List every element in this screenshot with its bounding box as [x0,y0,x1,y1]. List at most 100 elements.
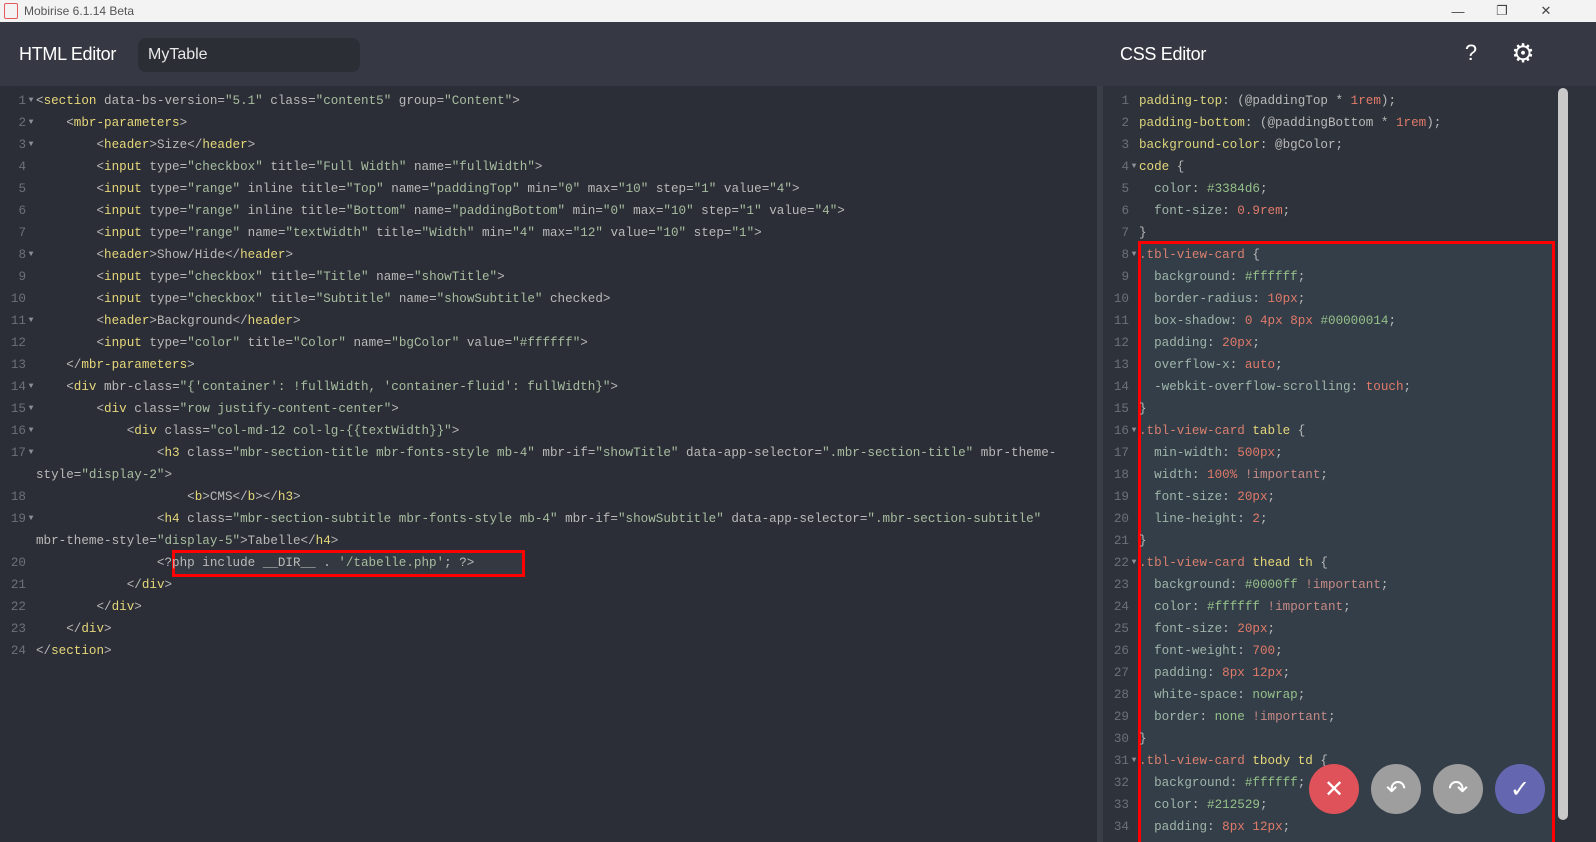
code-token: line-height [1154,512,1238,526]
code-line[interactable]: 5 color: #3384d6; [1103,178,1539,200]
fold-arrow-icon[interactable]: ▼ [26,310,36,332]
code-line[interactable]: 5 <input type="range" inline title="Top"… [0,178,1066,200]
code-line[interactable]: 4 <input type="checkbox" title="Full Wid… [0,156,1066,178]
code-line[interactable]: 34 padding: 8px 12px; [1103,816,1539,838]
fold-arrow-icon[interactable]: ▼ [26,112,36,134]
code-line[interactable]: 18 <b>CMS</b></h3> [0,486,1066,508]
close-window-button[interactable]: ✕ [1524,0,1568,22]
code-line[interactable]: 11 box-shadow: 0 4px 8px #00000014; [1103,310,1539,332]
code-line[interactable]: 17 ▼ <h3 class="mbr-section-title mbr-fon… [0,442,1066,486]
code-token: "row justify-content-center" [179,402,392,416]
code-line[interactable]: 8 ▼ <header>Show/Hide</header> [0,244,1066,266]
css-code-editor[interactable]: 1 padding-top: (@paddingTop * 1rem); 2 padd… [1103,86,1596,842]
code-line[interactable]: 20 <?php include __DIR__ . '/tabelle.php… [0,552,1066,574]
code-line[interactable]: 10 <input type="checkbox" title="Subtitl… [0,288,1066,310]
code-line[interactable]: 12 <input type="color" title="Color" nam… [0,332,1066,354]
code-line[interactable]: 23 background: #0000ff !important; [1103,574,1539,596]
line-number: 6 [1121,204,1129,218]
code-line[interactable]: 11 ▼ <header>Background</header> [0,310,1066,332]
code-line[interactable]: 25 font-size: 20px; [1103,618,1539,640]
code-line[interactable]: 9 <input type="checkbox" title="Title" n… [0,266,1066,288]
code-line[interactable]: 30} [1103,728,1539,750]
code-line[interactable]: 17 min-width: 500px; [1103,442,1539,464]
code-token: "Full Width" [315,160,407,174]
css-editor-scrollbar[interactable] [1558,88,1568,820]
line-text: } [1139,222,1539,244]
css-code-lines[interactable]: 1 padding-top: (@paddingTop * 1rem); 2 padd… [1103,90,1539,838]
code-line[interactable]: 4 ▼ code { [1103,156,1539,178]
code-line[interactable]: 22 ▼ .tbl-view-card thead th { [1103,552,1539,574]
code-line[interactable]: 23 </div> [0,618,1066,640]
code-line[interactable]: 7} [1103,222,1539,244]
code-line[interactable]: 22 </div> [0,596,1066,618]
fold-arrow-icon[interactable]: ▼ [1129,750,1139,772]
code-token: > [293,490,301,504]
maximize-button[interactable]: ❐ [1480,0,1524,22]
fold-arrow-icon[interactable]: ▼ [26,134,36,156]
code-token: ; [1297,292,1306,306]
code-line[interactable]: 19 ▼ <h4 class="mbr-section-subtitle mbr-… [0,508,1066,552]
fold-arrow-icon[interactable]: ▼ [1129,420,1139,442]
code-line[interactable]: 15 ▼ <div class="row justify-content-cent… [0,398,1066,420]
code-line[interactable]: 28 white-space: nowrap; [1103,684,1539,706]
code-line[interactable]: 8 ▼ .tbl-view-card { [1103,244,1539,266]
code-line[interactable]: 26 font-weight: 700; [1103,640,1539,662]
code-token: "10" [655,226,687,240]
fold-arrow-icon[interactable]: ▼ [1129,156,1139,178]
fold-arrow-icon[interactable]: ▼ [1129,244,1139,266]
help-icon[interactable]: ? [1456,38,1486,68]
code-token: = [595,204,603,218]
code-line[interactable]: 1 padding-top: (@paddingTop * 1rem); [1103,90,1539,112]
apply-button[interactable]: ✓ [1495,764,1545,814]
block-name-input[interactable] [138,38,360,72]
code-line[interactable]: 20 line-height: 2; [1103,508,1539,530]
code-line[interactable]: 10 border-radius: 10px; [1103,288,1539,310]
line-number: 1 [18,94,26,108]
redo-button[interactable]: ↷ [1433,764,1483,814]
code-token: section [51,644,105,658]
code-line[interactable]: 14 ▼ <div mbr-class="{'container': !fullW… [0,376,1066,398]
code-line[interactable]: 13 overflow-x: auto; [1103,354,1539,376]
code-line[interactable]: 13 </mbr-parameters> [0,354,1066,376]
code-line[interactable]: 1 ▼ <section data-bs-version="5.1" class="… [0,90,1066,112]
code-line[interactable]: 3 ▼ <header>Size</header> [0,134,1066,156]
code-line[interactable]: 27 padding: 8px 12px; [1103,662,1539,684]
html-code-editor[interactable]: 1 ▼ <section data-bs-version="5.1" class="… [0,86,1097,842]
html-code-lines[interactable]: 1 ▼ <section data-bs-version="5.1" class="… [0,90,1066,662]
code-token: * [1327,94,1351,108]
code-line[interactable]: 29 border: none !important; [1103,706,1539,728]
fold-arrow-icon[interactable]: ▼ [26,90,36,112]
fold-arrow-icon[interactable]: ▼ [1129,552,1139,574]
fold-arrow-icon[interactable]: ▼ [26,376,36,398]
code-token: 10px [1267,292,1298,306]
code-line[interactable]: 3 background-color: @bgColor; [1103,134,1539,156]
code-line[interactable]: 2 ▼ <mbr-parameters> [0,112,1066,134]
fold-arrow-icon[interactable]: ▼ [26,398,36,420]
fold-arrow-icon[interactable]: ▼ [26,420,36,442]
fold-arrow-icon[interactable]: ▼ [26,508,36,552]
code-line[interactable]: 7 <input type = "range" name = "textWidth" t… [0,222,1066,244]
code-line[interactable]: 15} [1103,398,1539,420]
code-line[interactable]: 6 font-size: 0.9rem; [1103,200,1539,222]
code-line[interactable]: 24 </section> [0,640,1066,662]
fold-arrow-icon[interactable]: ▼ [26,442,36,486]
code-line[interactable]: 6 <input type="range" inline title="Bott… [0,200,1066,222]
undo-button[interactable]: ↶ [1371,764,1421,814]
settings-gear-icon[interactable]: ⚙ [1508,38,1538,68]
code-line[interactable]: 14 -webkit-overflow-scrolling: touch; [1103,376,1539,398]
code-line[interactable]: 16 ▼ .tbl-view-card table { [1103,420,1539,442]
code-line[interactable]: 9 background: #ffffff; [1103,266,1539,288]
code-line[interactable]: 16 ▼ <div class="col-md-12 col-lg-{{textW… [0,420,1066,442]
code-line[interactable]: 18 width: 100% !important; [1103,464,1539,486]
code-line[interactable]: 2 padding-bottom: (@paddingBottom * 1rem)… [1103,112,1539,134]
minimize-button[interactable]: — [1436,0,1480,22]
line-number: 24 [10,644,26,658]
cancel-button[interactable]: ✕ [1309,764,1359,814]
fold-arrow-icon[interactable]: ▼ [26,244,36,266]
code-line[interactable]: 19 font-size: 20px; [1103,486,1539,508]
code-line[interactable]: 21} [1103,530,1539,552]
code-line[interactable]: 24 color: #ffffff !important; [1103,596,1539,618]
code-line[interactable]: 12 padding: 20px; [1103,332,1539,354]
code-line[interactable]: 21 </div> [0,574,1066,596]
